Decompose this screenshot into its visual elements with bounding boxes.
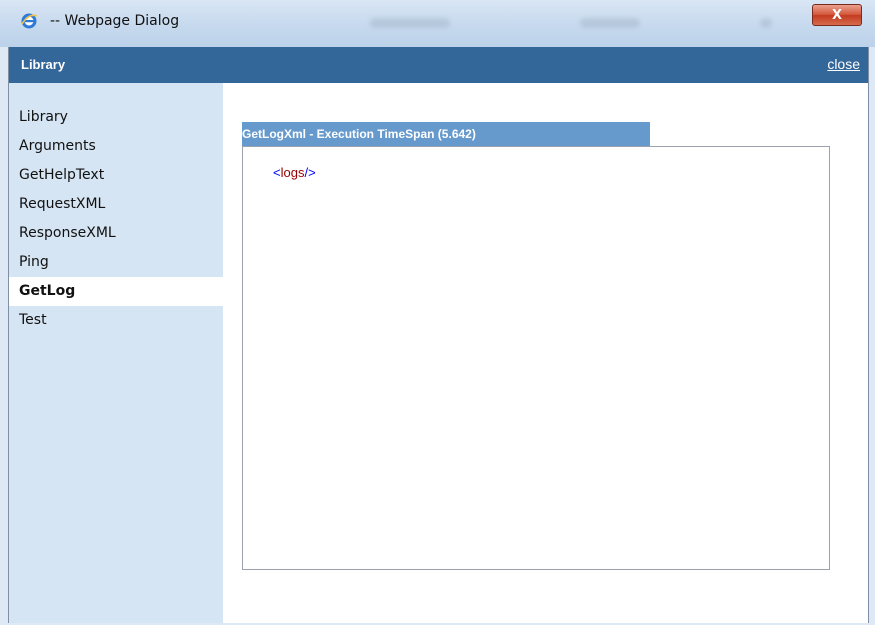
- sidebar-item-library[interactable]: Library: [9, 103, 223, 132]
- xml-close-bracket: />: [304, 165, 316, 180]
- blurred-background-text: [580, 18, 640, 28]
- sidebar-menu: Library Arguments GetHelpText RequestXML…: [9, 103, 223, 335]
- title-bar[interactable]: -- Webpage Dialog X: [0, 0, 875, 47]
- sidebar-item-arguments[interactable]: Arguments: [9, 132, 223, 161]
- close-link[interactable]: close: [827, 56, 860, 72]
- ie-icon: [20, 12, 38, 30]
- dialog-content: Library close Library Arguments GetHelpT…: [8, 47, 869, 623]
- panel-title: GetLogXml - Execution TimeSpan (5.642): [242, 122, 650, 146]
- sidebar: Library Arguments GetHelpText RequestXML…: [9, 83, 223, 623]
- xml-content: <logs/>: [273, 165, 316, 180]
- window-title: -- Webpage Dialog: [50, 13, 180, 29]
- page-title: Library: [21, 57, 66, 72]
- sidebar-item-requestxml[interactable]: RequestXML: [9, 190, 223, 219]
- close-icon: X: [831, 7, 843, 23]
- window-close-button[interactable]: X: [812, 4, 862, 26]
- blurred-background-text: [760, 18, 772, 28]
- header-bar: Library close: [9, 47, 868, 83]
- blurred-background-text: [370, 18, 450, 28]
- sidebar-item-ping[interactable]: Ping: [9, 248, 223, 277]
- sidebar-item-gethelptext[interactable]: GetHelpText: [9, 161, 223, 190]
- sidebar-item-test[interactable]: Test: [9, 306, 223, 335]
- xml-output-panel: <logs/>: [242, 146, 830, 570]
- xml-tag-name: logs: [280, 165, 305, 180]
- dialog-window: -- Webpage Dialog X Library close Librar…: [0, 0, 875, 625]
- sidebar-item-responsexml[interactable]: ResponseXML: [9, 219, 223, 248]
- sidebar-item-getlog[interactable]: GetLog: [9, 277, 223, 306]
- xml-open-bracket: <: [273, 165, 281, 180]
